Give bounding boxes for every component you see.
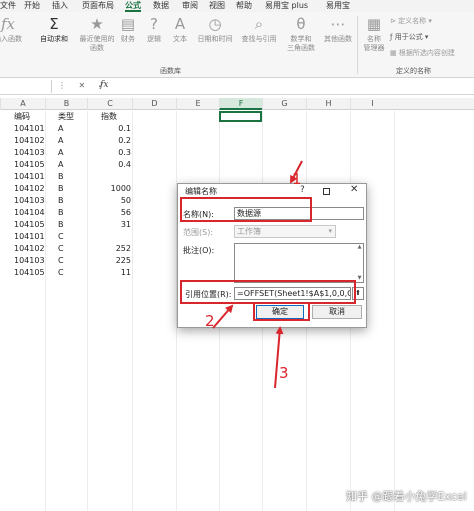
annotation-arrows bbox=[212, 160, 303, 389]
marker-1: 1 bbox=[292, 170, 302, 188]
arrow-2 bbox=[212, 304, 234, 329]
watermark: 知乎 @跟着小兔学Excel bbox=[346, 490, 467, 503]
marker-3: 3 bbox=[279, 364, 289, 382]
marker-2: 2 bbox=[205, 312, 215, 330]
